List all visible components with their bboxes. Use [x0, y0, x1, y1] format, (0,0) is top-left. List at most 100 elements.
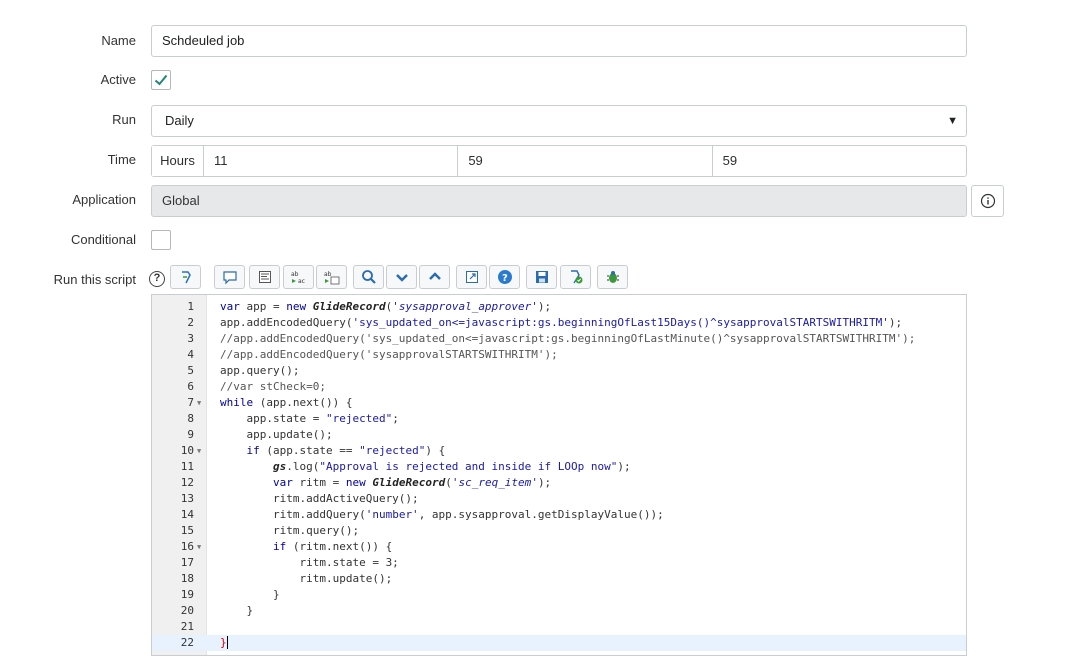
line-number: 3	[187, 332, 194, 345]
code-line[interactable]: 7 ▼ while (app.next()) {	[152, 395, 966, 411]
line-number: 9	[187, 428, 194, 441]
run-label: Run	[112, 112, 136, 127]
run-select[interactable]: Daily ▼	[151, 105, 967, 137]
code-line[interactable]: 13 ritm.addActiveQuery();	[152, 491, 966, 507]
format-button[interactable]	[249, 265, 280, 289]
name-input[interactable]: Schdeuled job	[151, 25, 967, 57]
code-line[interactable]: 15 ritm.query();	[152, 523, 966, 539]
time-hours-input[interactable]: 11	[204, 146, 459, 176]
run-select-value: Daily	[165, 113, 194, 128]
code-text: gs.log("Approval is rejected and inside …	[272, 460, 631, 473]
code-line[interactable]: 8 app.state = "rejected";	[152, 411, 966, 427]
code-line[interactable]: 14 ritm.addQuery('number', app.sysapprov…	[152, 507, 966, 523]
line-number: 11	[180, 460, 194, 473]
code-line[interactable]: 12 var ritm = new GlideRecord('sc_req_it…	[152, 475, 966, 491]
code-text: //app.addEncodedQuery('sysapprovalSTARTS…	[220, 348, 558, 361]
code-text: ritm.addActiveQuery();	[220, 492, 419, 505]
code-text: //app.addEncodedQuery('sys_updated_on<=j…	[220, 332, 916, 345]
code-text: app.addEncodedQuery('sys_updated_on<=jav…	[220, 316, 903, 329]
line-number: 8	[187, 412, 194, 425]
comment-button[interactable]	[214, 265, 245, 289]
fullscreen-icon	[465, 271, 478, 283]
code-text: if (ritm.next()) {	[272, 540, 393, 553]
code-text: }	[220, 636, 228, 649]
time-seconds-input[interactable]: 59	[713, 146, 966, 176]
line-number: 19	[180, 588, 194, 601]
fullscreen-button[interactable]	[456, 265, 487, 289]
replace-button[interactable]: ab ac	[283, 265, 314, 289]
code-text: ritm.state = 3;	[220, 556, 399, 569]
find-previous-button[interactable]	[419, 265, 450, 289]
script-sync-icon	[181, 271, 191, 284]
svg-text:ab: ab	[324, 271, 332, 278]
code-text: ritm.query();	[220, 524, 360, 537]
application-label: Application	[72, 192, 136, 207]
line-number: 5	[187, 364, 194, 377]
code-text: }	[220, 604, 254, 617]
fold-arrow-icon[interactable]: ▼	[197, 539, 201, 555]
svg-text:?: ?	[502, 273, 508, 284]
active-checkbox[interactable]	[151, 70, 171, 90]
replace-icon: abac	[291, 271, 305, 285]
help-button[interactable]: ?	[489, 265, 520, 289]
code-line[interactable]: 6 //var stCheck=0;	[152, 379, 966, 395]
active-label: Active	[100, 72, 136, 87]
line-number: 22	[180, 636, 194, 649]
code-line[interactable]: 2 app.addEncodedQuery('sys_updated_on<=ja…	[152, 315, 966, 331]
code-line[interactable]: 10 ▼ if (app.state == "rejected") {	[152, 443, 966, 459]
help-icon[interactable]: ?	[149, 271, 165, 287]
script-editor[interactable]: 1 var app = new GlideRecord('sysapproval_…	[151, 294, 967, 656]
code-line[interactable]: 21	[152, 619, 966, 635]
code-text: app.update();	[220, 428, 333, 441]
check-syntax-icon	[570, 270, 582, 284]
line-number: 7	[187, 396, 194, 409]
line-number: 2	[187, 316, 194, 329]
help-icon: ?	[497, 270, 512, 284]
format-icon	[258, 271, 271, 283]
code-line[interactable]: 20 }	[152, 603, 966, 619]
time-minutes-input[interactable]: 59	[458, 146, 713, 176]
debug-icon	[606, 271, 619, 283]
code-text: var app = new GlideRecord('sysapproval_a…	[220, 300, 552, 313]
fold-arrow-icon[interactable]: ▼	[197, 395, 201, 411]
name-label: Name	[101, 33, 136, 48]
code-line[interactable]: 22}	[152, 635, 966, 651]
checkmark-icon	[154, 74, 168, 86]
script-label: Run this script	[53, 272, 136, 287]
save-button[interactable]	[526, 265, 557, 289]
replace-all-button[interactable]: ab	[316, 265, 347, 289]
code-text: app.state = "rejected";	[220, 412, 399, 425]
code-text: ritm.addQuery('number', app.sysapproval.…	[220, 508, 664, 521]
line-number: 14	[180, 508, 194, 521]
code-line[interactable]: 5 app.query();	[152, 363, 966, 379]
conditional-label: Conditional	[70, 232, 136, 247]
code-text: ritm.update();	[220, 572, 393, 585]
code-text: }	[220, 588, 280, 601]
code-line[interactable]: 17 ritm.state = 3;	[152, 555, 966, 571]
application-info-button[interactable]	[971, 185, 1004, 217]
script-sync-button[interactable]	[170, 265, 201, 289]
search-button[interactable]	[353, 265, 384, 289]
line-number: 16	[180, 540, 194, 553]
check-syntax-button[interactable]	[560, 265, 591, 289]
code-text: if (app.state == "rejected") {	[246, 444, 446, 457]
code-line[interactable]: 18 ritm.update();	[152, 571, 966, 587]
find-next-button[interactable]	[386, 265, 417, 289]
code-line[interactable]: 4 //app.addEncodedQuery('sysapprovalSTART…	[152, 347, 966, 363]
find-previous-icon	[428, 272, 441, 280]
code-text: while (app.next()) {	[220, 396, 353, 409]
line-number: 18	[180, 572, 194, 585]
code-line[interactable]: 11 gs.log("Approval is rejected and insi…	[152, 459, 966, 475]
application-field: Global	[151, 185, 967, 217]
code-line[interactable]: 16 ▼ if (ritm.next()) {	[152, 539, 966, 555]
line-number: 10	[180, 444, 194, 457]
conditional-checkbox[interactable]	[151, 230, 171, 250]
code-line[interactable]: 19 }	[152, 587, 966, 603]
time-unit-label: Hours	[152, 146, 204, 176]
fold-arrow-icon[interactable]: ▼	[197, 443, 201, 459]
line-number: 13	[180, 492, 194, 505]
code-line[interactable]: 3 //app.addEncodedQuery('sys_updated_on<=…	[152, 331, 966, 347]
code-line[interactable]: 9 app.update();	[152, 427, 966, 443]
debug-button[interactable]	[597, 265, 628, 289]
code-line[interactable]: 1 var app = new GlideRecord('sysapproval_…	[152, 299, 966, 315]
